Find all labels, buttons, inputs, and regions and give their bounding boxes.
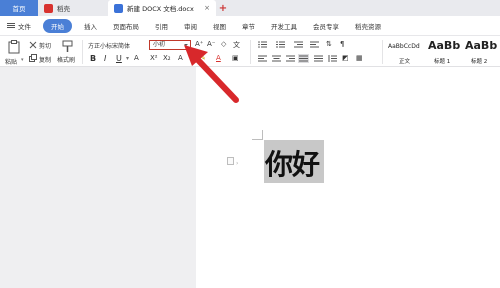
paragraph-handle-icon[interactable] xyxy=(227,157,234,165)
style-heading1-label: 标题 1 xyxy=(434,59,451,65)
bullet-list-icon[interactable] xyxy=(258,41,267,48)
menu-page-layout[interactable]: 页面布局 xyxy=(105,21,147,31)
new-tab-button[interactable]: + xyxy=(216,0,230,16)
tab-home[interactable]: 首页 xyxy=(0,0,38,16)
copy-button[interactable]: 复制 xyxy=(39,55,51,64)
close-tab-icon[interactable]: × xyxy=(204,4,210,12)
underline-dropdown-icon[interactable]: ▾ xyxy=(126,55,129,62)
align-left-icon[interactable] xyxy=(258,55,267,62)
italic-button[interactable]: I xyxy=(104,54,106,63)
menu-developer[interactable]: 开发工具 xyxy=(263,21,305,31)
document-page[interactable] xyxy=(196,67,500,288)
ribbon-divider xyxy=(382,40,383,64)
bold-button[interactable]: B xyxy=(90,54,96,63)
document-canvas[interactable] xyxy=(0,67,500,288)
align-center-icon[interactable] xyxy=(272,55,281,62)
pinyin-icon[interactable]: 文 xyxy=(233,40,240,50)
menu-references[interactable]: 引用 xyxy=(147,21,176,31)
menu-home[interactable]: 开始 xyxy=(43,18,72,33)
text-effect-icon[interactable]: A xyxy=(178,54,183,62)
document-text[interactable]: 你好 xyxy=(265,143,320,183)
line-spacing-icon[interactable] xyxy=(328,55,337,62)
char-border-icon[interactable]: ▣ xyxy=(232,54,239,62)
ribbon: 粘贴 ▾ 剪切 复制 格式刷 方正小标宋简体 小初 A⁺ A⁻ ◇ 文 B I … xyxy=(0,36,500,67)
tab-docer[interactable]: 稻壳 xyxy=(38,0,108,16)
paragraph-arrow-icon: › xyxy=(236,160,239,167)
paste-icon[interactable] xyxy=(8,40,20,54)
indent-icon[interactable] xyxy=(310,41,319,48)
menu-bar: 文件 开始 插入 页面布局 引用 审阅 视图 章节 开发工具 会员专享 稻壳资源 xyxy=(0,16,500,36)
style-normal-preview[interactable]: AaBbCcDd xyxy=(388,43,420,50)
style-heading2-label: 标题 2 xyxy=(471,59,488,65)
highlight-icon[interactable]: ✎ xyxy=(200,54,206,62)
show-marks-icon[interactable]: ¶ xyxy=(340,40,344,48)
outdent-icon[interactable] xyxy=(294,41,303,48)
borders-icon[interactable]: ▦ xyxy=(356,54,363,62)
font-size-select[interactable]: 小初 xyxy=(149,40,191,50)
tab-home-label: 首页 xyxy=(12,5,26,13)
paste-dropdown-icon[interactable]: ▾ xyxy=(21,57,24,63)
menu-icon xyxy=(7,21,15,29)
tab-docer-label: 稻壳 xyxy=(57,5,70,13)
superscript-icon[interactable]: X² xyxy=(150,54,158,62)
shading-icon[interactable]: ◩ xyxy=(342,54,349,62)
distributed-icon[interactable] xyxy=(314,55,323,62)
style-heading2-preview[interactable]: AaBb xyxy=(465,39,497,52)
sort-icon[interactable]: ⇅ xyxy=(326,40,332,48)
menu-review[interactable]: 审阅 xyxy=(176,21,205,31)
numbered-list-icon[interactable] xyxy=(276,41,285,48)
underline-button[interactable]: U xyxy=(116,54,122,63)
tab-document[interactable]: 新建 DOCX 文档.docx × xyxy=(108,0,216,16)
margin-mark xyxy=(262,130,263,140)
menu-view[interactable]: 视图 xyxy=(205,21,234,31)
margin-mark xyxy=(252,139,262,140)
format-painter-icon[interactable] xyxy=(62,40,73,53)
font-size-value: 小初 xyxy=(153,41,166,48)
font-grow-icon[interactable]: A⁺ xyxy=(195,40,203,48)
paste-button[interactable]: 粘贴 xyxy=(5,57,17,66)
style-normal-label: 正文 xyxy=(399,59,411,65)
font-shrink-icon[interactable]: A⁻ xyxy=(207,40,215,48)
chevron-down-icon xyxy=(184,44,188,46)
menu-insert[interactable]: 插入 xyxy=(76,21,105,31)
document-icon xyxy=(114,3,123,13)
justify-icon[interactable] xyxy=(298,54,309,63)
format-painter-button[interactable]: 格式刷 xyxy=(57,55,75,64)
strikethrough-icon[interactable]: A xyxy=(134,54,139,62)
cut-icon[interactable] xyxy=(29,41,37,49)
tab-document-label: 新建 DOCX 文档.docx xyxy=(127,5,194,13)
title-bar: 首页 稻壳 新建 DOCX 文档.docx × + xyxy=(0,0,500,16)
style-heading1-preview[interactable]: AaBb xyxy=(428,39,460,52)
copy-icon[interactable] xyxy=(29,54,37,62)
align-right-icon[interactable] xyxy=(286,55,295,62)
ribbon-divider xyxy=(250,40,251,64)
font-color-icon[interactable]: A xyxy=(216,54,221,62)
menu-file-label: 文件 xyxy=(18,22,31,31)
subscript-icon[interactable]: X₂ xyxy=(163,54,171,62)
cut-button[interactable]: 剪切 xyxy=(39,41,51,50)
font-family-select[interactable]: 方正小标宋简体 xyxy=(88,41,130,50)
menu-docer-resources[interactable]: 稻壳资源 xyxy=(347,21,389,31)
ribbon-divider xyxy=(82,40,83,64)
menu-file[interactable]: 文件 xyxy=(0,21,39,31)
menu-membership[interactable]: 会员专享 xyxy=(305,21,347,31)
docer-icon xyxy=(44,3,53,13)
clear-format-icon[interactable]: ◇ xyxy=(221,40,226,48)
menu-section[interactable]: 章节 xyxy=(234,21,263,31)
